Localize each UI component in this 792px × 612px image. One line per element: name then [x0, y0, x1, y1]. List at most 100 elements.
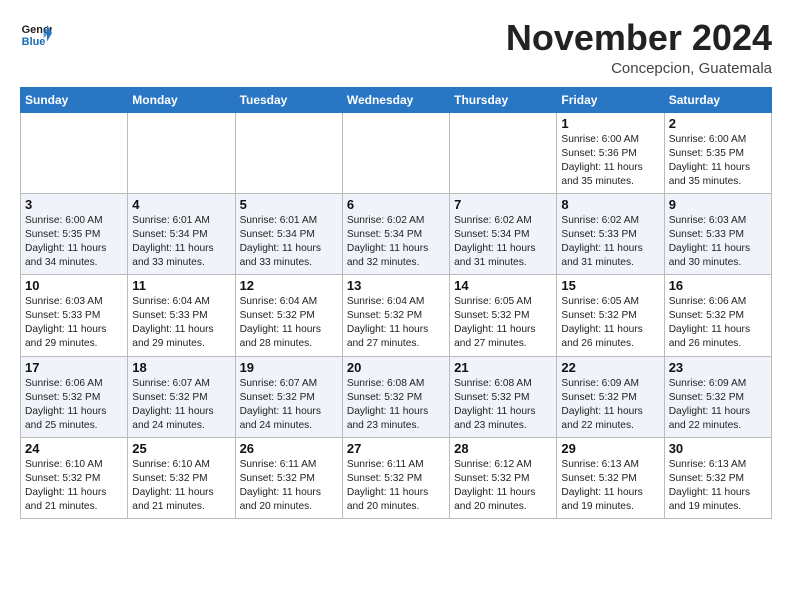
day-number: 2	[669, 116, 767, 131]
table-row: 25 Sunrise: 6:10 AM Sunset: 5:32 PM Dayli…	[128, 437, 235, 518]
day-info: Sunrise: 6:05 AM Sunset: 5:32 PM Dayligh…	[454, 295, 552, 351]
day-number: 20	[347, 360, 445, 375]
col-thursday: Thursday	[450, 87, 557, 112]
calendar-week-row: 10 Sunrise: 6:03 AM Sunset: 5:33 PM Dayli…	[21, 275, 772, 356]
calendar-table: Sunday Monday Tuesday Wednesday Thursday…	[20, 87, 772, 520]
svg-text:Blue: Blue	[22, 36, 46, 48]
logo: General Blue	[20, 18, 52, 50]
day-info: Sunrise: 6:06 AM Sunset: 5:32 PM Dayligh…	[25, 377, 123, 433]
day-number: 3	[25, 197, 123, 212]
day-number: 16	[669, 278, 767, 293]
table-row: 12Sunrise: 6:04 AM Sunset: 5:32 PM Dayli…	[235, 275, 342, 356]
day-number: 14	[454, 278, 552, 293]
day-info: Sunrise: 6:10 AM Sunset: 5:32 PM Dayligh…	[25, 458, 123, 514]
table-row: 16Sunrise: 6:06 AM Sunset: 5:32 PM Dayli…	[664, 275, 771, 356]
table-row: 24 Sunrise: 6:10 AM Sunset: 5:32 PM Dayli…	[21, 437, 128, 518]
calendar-header-row: Sunday Monday Tuesday Wednesday Thursday…	[21, 87, 772, 112]
location: Concepcion, Guatemala	[506, 60, 772, 77]
day-info: Sunrise: 6:00 AM Sunset: 5:36 PM Dayligh…	[561, 133, 659, 189]
day-info: Sunrise: 6:08 AM Sunset: 5:32 PM Dayligh…	[454, 377, 552, 433]
table-row: 30 Sunrise: 6:13 AM Sunset: 5:32 PM Dayli…	[664, 437, 771, 518]
col-sunday: Sunday	[21, 87, 128, 112]
day-number: 23	[669, 360, 767, 375]
table-row: 3 Sunrise: 6:00 AM Sunset: 5:35 PM Daylig…	[21, 193, 128, 274]
col-friday: Friday	[557, 87, 664, 112]
day-info: Sunrise: 6:01 AM Sunset: 5:34 PM Dayligh…	[132, 214, 230, 270]
day-number: 19	[240, 360, 338, 375]
table-row: 28Sunrise: 6:12 AM Sunset: 5:32 PM Dayli…	[450, 437, 557, 518]
table-row: 8Sunrise: 6:02 AM Sunset: 5:33 PM Daylig…	[557, 193, 664, 274]
day-number: 8	[561, 197, 659, 212]
col-tuesday: Tuesday	[235, 87, 342, 112]
day-info: Sunrise: 6:03 AM Sunset: 5:33 PM Dayligh…	[669, 214, 767, 270]
day-number: 9	[669, 197, 767, 212]
table-row: 7 Sunrise: 6:02 AM Sunset: 5:34 PM Daylig…	[450, 193, 557, 274]
day-info: Sunrise: 6:11 AM Sunset: 5:32 PM Dayligh…	[240, 458, 338, 514]
day-number: 27	[347, 441, 445, 456]
calendar-week-row: 3 Sunrise: 6:00 AM Sunset: 5:35 PM Daylig…	[21, 193, 772, 274]
table-row: 5 Sunrise: 6:01 AM Sunset: 5:34 PM Daylig…	[235, 193, 342, 274]
day-number: 10	[25, 278, 123, 293]
col-saturday: Saturday	[664, 87, 771, 112]
day-info: Sunrise: 6:10 AM Sunset: 5:32 PM Dayligh…	[132, 458, 230, 514]
day-number: 21	[454, 360, 552, 375]
day-info: Sunrise: 6:05 AM Sunset: 5:32 PM Dayligh…	[561, 295, 659, 351]
day-number: 7	[454, 197, 552, 212]
day-number: 17	[25, 360, 123, 375]
col-wednesday: Wednesday	[342, 87, 449, 112]
day-number: 26	[240, 441, 338, 456]
day-info: Sunrise: 6:13 AM Sunset: 5:32 PM Dayligh…	[669, 458, 767, 514]
table-row: 10 Sunrise: 6:03 AM Sunset: 5:33 PM Dayli…	[21, 275, 128, 356]
day-number: 12	[240, 278, 338, 293]
table-row: 13Sunrise: 6:04 AM Sunset: 5:32 PM Dayli…	[342, 275, 449, 356]
day-info: Sunrise: 6:09 AM Sunset: 5:32 PM Dayligh…	[669, 377, 767, 433]
table-row: 14 Sunrise: 6:05 AM Sunset: 5:32 PM Dayli…	[450, 275, 557, 356]
day-number: 30	[669, 441, 767, 456]
table-row: 22Sunrise: 6:09 AM Sunset: 5:32 PM Dayli…	[557, 356, 664, 437]
table-row: 4Sunrise: 6:01 AM Sunset: 5:34 PM Daylig…	[128, 193, 235, 274]
day-number: 1	[561, 116, 659, 131]
day-number: 18	[132, 360, 230, 375]
day-info: Sunrise: 6:03 AM Sunset: 5:33 PM Dayligh…	[25, 295, 123, 351]
table-row	[21, 112, 128, 193]
day-info: Sunrise: 6:07 AM Sunset: 5:32 PM Dayligh…	[240, 377, 338, 433]
table-row	[128, 112, 235, 193]
table-row: 17 Sunrise: 6:06 AM Sunset: 5:32 PM Dayli…	[21, 356, 128, 437]
day-number: 11	[132, 278, 230, 293]
day-number: 28	[454, 441, 552, 456]
table-row: 6 Sunrise: 6:02 AM Sunset: 5:34 PM Daylig…	[342, 193, 449, 274]
table-row: 15 Sunrise: 6:05 AM Sunset: 5:32 PM Dayli…	[557, 275, 664, 356]
logo-icon: General Blue	[20, 18, 52, 50]
day-number: 24	[25, 441, 123, 456]
table-row: 11 Sunrise: 6:04 AM Sunset: 5:33 PM Dayli…	[128, 275, 235, 356]
day-info: Sunrise: 6:00 AM Sunset: 5:35 PM Dayligh…	[669, 133, 767, 189]
table-row: 23 Sunrise: 6:09 AM Sunset: 5:32 PM Dayli…	[664, 356, 771, 437]
day-info: Sunrise: 6:02 AM Sunset: 5:34 PM Dayligh…	[347, 214, 445, 270]
table-row: 26 Sunrise: 6:11 AM Sunset: 5:32 PM Dayli…	[235, 437, 342, 518]
day-info: Sunrise: 6:08 AM Sunset: 5:32 PM Dayligh…	[347, 377, 445, 433]
table-row: 9 Sunrise: 6:03 AM Sunset: 5:33 PM Daylig…	[664, 193, 771, 274]
table-row: 27Sunrise: 6:11 AM Sunset: 5:32 PM Dayli…	[342, 437, 449, 518]
calendar-week-row: 24 Sunrise: 6:10 AM Sunset: 5:32 PM Dayli…	[21, 437, 772, 518]
header: General Blue November 2024 Concepcion, G…	[20, 18, 772, 77]
table-row: 1 Sunrise: 6:00 AM Sunset: 5:36 PM Daylig…	[557, 112, 664, 193]
day-number: 15	[561, 278, 659, 293]
table-row: 18 Sunrise: 6:07 AM Sunset: 5:32 PM Dayli…	[128, 356, 235, 437]
day-info: Sunrise: 6:02 AM Sunset: 5:34 PM Dayligh…	[454, 214, 552, 270]
day-info: Sunrise: 6:00 AM Sunset: 5:35 PM Dayligh…	[25, 214, 123, 270]
col-monday: Monday	[128, 87, 235, 112]
page: General Blue November 2024 Concepcion, G…	[0, 0, 792, 533]
day-number: 6	[347, 197, 445, 212]
title-block: November 2024 Concepcion, Guatemala	[506, 18, 772, 77]
day-info: Sunrise: 6:07 AM Sunset: 5:32 PM Dayligh…	[132, 377, 230, 433]
day-number: 5	[240, 197, 338, 212]
table-row	[235, 112, 342, 193]
day-info: Sunrise: 6:04 AM Sunset: 5:33 PM Dayligh…	[132, 295, 230, 351]
day-info: Sunrise: 6:01 AM Sunset: 5:34 PM Dayligh…	[240, 214, 338, 270]
table-row: 29Sunrise: 6:13 AM Sunset: 5:32 PM Dayli…	[557, 437, 664, 518]
day-number: 25	[132, 441, 230, 456]
table-row: 19 Sunrise: 6:07 AM Sunset: 5:32 PM Dayli…	[235, 356, 342, 437]
calendar-week-row: 1 Sunrise: 6:00 AM Sunset: 5:36 PM Daylig…	[21, 112, 772, 193]
table-row	[450, 112, 557, 193]
day-number: 22	[561, 360, 659, 375]
